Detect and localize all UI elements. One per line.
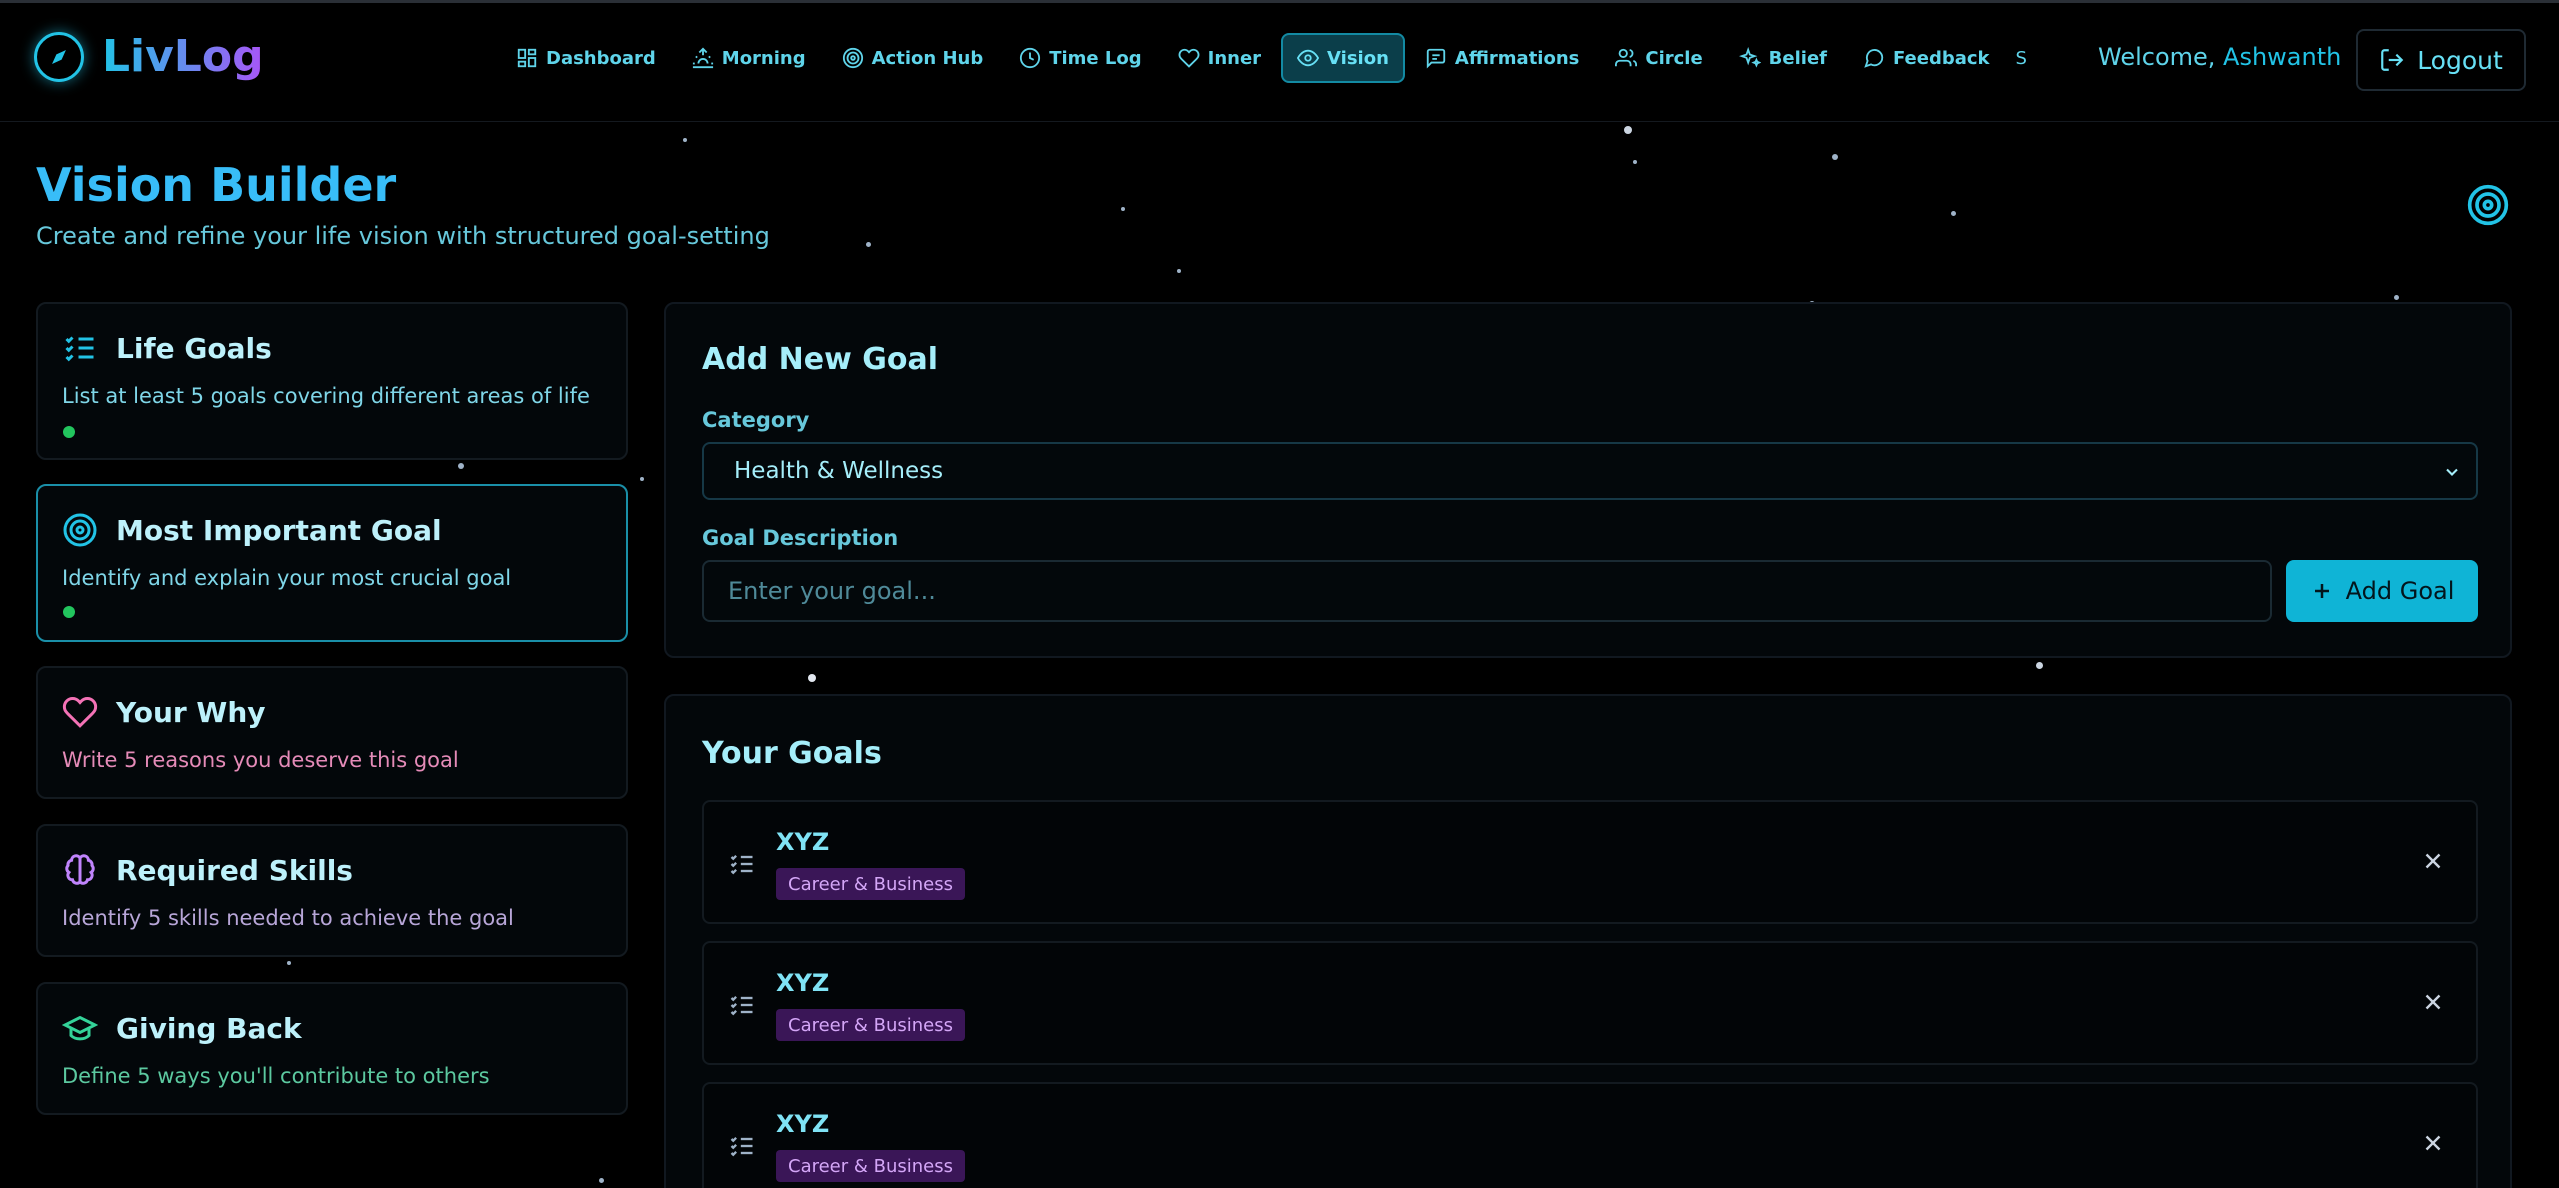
nav-item-circle[interactable]: Circle <box>1599 33 1718 83</box>
step-description: Write 5 reasons you deserve this goal <box>62 748 459 772</box>
top-navigation-bar: LivLog Dashboard Morning Action Hub Time… <box>0 0 2559 122</box>
main-nav: Dashboard Morning Action Hub Time Log In… <box>500 33 2027 83</box>
plus-icon <box>2314 584 2329 598</box>
list-checks-icon <box>730 855 753 875</box>
step-title: Your Why <box>116 695 266 729</box>
nav-item-label: Feedback <box>1892 47 1990 69</box>
goal-title: XYZ <box>776 969 830 997</box>
target-icon <box>2467 184 2509 226</box>
welcome-message: Welcome, Ashwanth <box>2098 43 2341 71</box>
add-goal-label: Add Goal <box>2345 577 2455 605</box>
step-card-giving-back[interactable]: Giving Back Define 5 ways you'll contrib… <box>36 982 628 1115</box>
your-goals-panel: Your Goals XYZ Career & Business XYZ Car… <box>664 694 2512 1188</box>
app-name: LivLog <box>102 31 264 82</box>
add-goal-button[interactable]: Add Goal <box>2286 560 2478 622</box>
step-complete-dot <box>63 426 75 438</box>
eye-icon <box>1297 49 1320 67</box>
nav-item-label: Time Log <box>1049 47 1142 69</box>
page-subtitle: Create and refine your life vision with … <box>36 222 770 250</box>
nav-item-vision[interactable]: Vision <box>1281 33 1405 83</box>
users-icon <box>1615 48 1638 67</box>
nav-item-morning[interactable]: Morning <box>676 33 822 83</box>
goal-list-item: XYZ Career & Business <box>702 1082 2478 1188</box>
message-circle-icon <box>1864 49 1884 68</box>
step-card-your-why[interactable]: Your Why Write 5 reasons you deserve thi… <box>36 666 628 799</box>
logout-button[interactable]: Logout <box>2356 29 2526 91</box>
nav-item-action-hub[interactable]: Action Hub <box>826 33 1000 83</box>
step-card-most-important-goal[interactable]: Most Important Goal Identify and explain… <box>36 484 628 642</box>
category-selected-value: Health & Wellness <box>734 458 944 484</box>
nav-item-feedback[interactable]: Feedback <box>1847 33 2006 83</box>
goal-category-badge: Career & Business <box>776 1150 966 1182</box>
step-title: Giving Back <box>116 1011 302 1045</box>
category-select[interactable]: Health & Wellness <box>702 442 2478 500</box>
page-title: Vision Builder <box>36 158 397 212</box>
logout-label: Logout <box>2417 45 2503 75</box>
target-icon <box>63 513 97 547</box>
step-title: Required Skills <box>116 853 353 887</box>
nav-item-label: Inner <box>1207 47 1262 69</box>
app-logo[interactable]: LivLog <box>34 31 264 82</box>
list-checks-icon <box>730 1137 753 1157</box>
step-card-life-goals[interactable]: Life Goals List at least 5 goals coverin… <box>36 302 628 460</box>
step-complete-dot <box>63 606 75 618</box>
sparkles-icon <box>1738 47 1761 68</box>
brain-icon <box>65 854 95 885</box>
graduation-cap-icon <box>62 1015 98 1041</box>
add-goal-title: Add New Goal <box>702 342 938 377</box>
nav-item-label: Morning <box>721 47 806 69</box>
goal-title: XYZ <box>776 1110 830 1138</box>
step-title: Most Important Goal <box>116 513 442 547</box>
step-description: Identify 5 skills needed to achieve the … <box>62 906 514 930</box>
goal-description-input[interactable] <box>702 560 2272 622</box>
add-goal-panel: Add New Goal Category Health & Wellness … <box>664 302 2512 658</box>
goal-description-label: Goal Description <box>702 526 899 550</box>
step-card-required-skills[interactable]: Required Skills Identify 5 skills needed… <box>36 824 628 957</box>
heart-icon <box>1178 48 1200 68</box>
close-icon[interactable] <box>2420 848 2446 874</box>
list-checks-icon <box>730 996 753 1016</box>
step-description: Identify and explain your most crucial g… <box>62 566 512 590</box>
goal-list-item: XYZ Career & Business <box>702 941 2478 1065</box>
chevron-down-icon <box>2446 468 2458 476</box>
list-checks-icon <box>65 336 94 362</box>
nav-item-belief[interactable]: Belief <box>1723 33 1843 83</box>
step-description: Define 5 ways you'll contribute to other… <box>62 1064 490 1088</box>
step-description: List at least 5 goals covering different… <box>62 384 590 408</box>
nav-item-inner[interactable]: Inner <box>1162 33 1277 83</box>
user-name: Ashwanth <box>2223 43 2342 71</box>
nav-item-label: Circle <box>1645 47 1703 69</box>
close-icon[interactable] <box>2420 989 2446 1015</box>
step-title: Life Goals <box>116 331 272 365</box>
goal-category-badge: Career & Business <box>776 1009 966 1041</box>
target-icon <box>842 47 863 69</box>
goal-category-badge: Career & Business <box>776 868 966 900</box>
nav-item-label: Affirmations <box>1454 47 1580 69</box>
nav-item-label: Vision <box>1327 47 1389 69</box>
your-goals-title: Your Goals <box>702 736 882 771</box>
nav-item-dashboard[interactable]: Dashboard <box>500 33 672 83</box>
category-label: Category <box>702 408 810 432</box>
sunrise-icon <box>692 47 713 69</box>
close-icon[interactable] <box>2420 1130 2446 1156</box>
welcome-prefix: Welcome, <box>2098 43 2224 71</box>
message-square-icon <box>1426 48 1446 69</box>
nav-overflow-item[interactable]: S <box>2016 48 2027 69</box>
nav-item-label: Belief <box>1768 47 1827 69</box>
nav-item-affirmations[interactable]: Affirmations <box>1409 33 1595 83</box>
goal-title: XYZ <box>776 828 830 856</box>
compass-icon <box>34 31 84 82</box>
goal-list-item: XYZ Career & Business <box>702 800 2478 924</box>
heart-icon <box>62 696 98 728</box>
nav-item-label: Dashboard <box>546 47 656 69</box>
grid-icon <box>517 48 537 68</box>
clock-icon <box>1020 47 1041 69</box>
nav-item-time-log[interactable]: Time Log <box>1003 33 1157 83</box>
nav-item-label: Action Hub <box>871 47 984 69</box>
log-out-icon <box>2381 49 2404 71</box>
